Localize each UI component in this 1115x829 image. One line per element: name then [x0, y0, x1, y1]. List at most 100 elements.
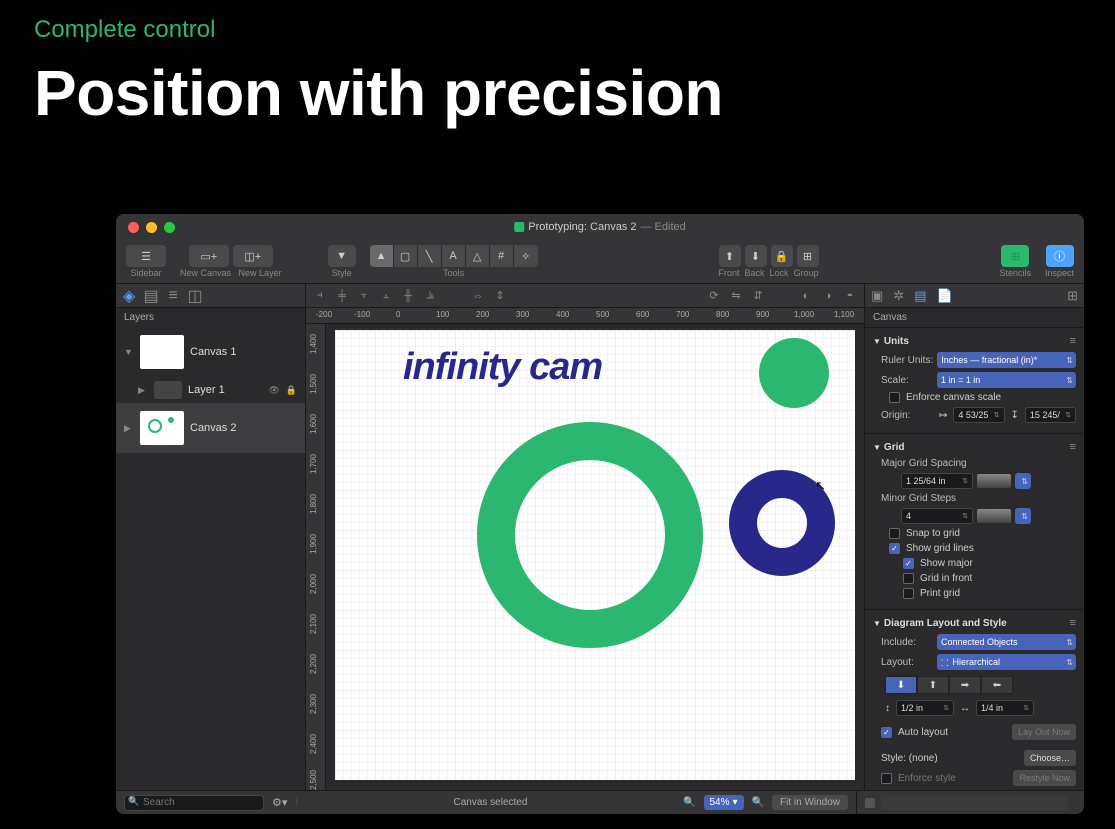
green-ring-shape[interactable]	[477, 422, 703, 648]
grid-front-checkbox[interactable]	[903, 573, 914, 584]
canvas[interactable]: infinity cam ↖	[335, 330, 855, 780]
layout-dir-left-button[interactable]: ⬅	[981, 676, 1013, 694]
stencils-button[interactable]: ⊞	[1001, 245, 1029, 267]
snap-grid-checkbox[interactable]	[889, 528, 900, 539]
shape-tool-button[interactable]: ▢	[394, 245, 418, 267]
zoom-out-icon[interactable]: 🔍	[683, 797, 695, 808]
grid-view-icon[interactable]: ⊞	[1067, 288, 1078, 304]
spacing-h-input[interactable]: 1/4 in	[976, 700, 1034, 716]
section-menu-icon[interactable]: ≡	[1070, 617, 1076, 629]
disclosure-icon[interactable]: ▼	[873, 443, 881, 452]
minimize-window-icon[interactable]	[146, 222, 157, 233]
auto-layout-checkbox[interactable]: ✓	[881, 727, 892, 738]
align-top-icon[interactable]: ⫠	[378, 288, 394, 304]
layers-tab-icon[interactable]: ◈	[122, 289, 136, 303]
disclosure-icon[interactable]: ▶	[124, 423, 134, 434]
properties-tab-icon[interactable]: ✲	[893, 288, 904, 304]
canvas-2-row[interactable]: ▶ Canvas 2	[116, 403, 305, 453]
lock-icon[interactable]: 🔒	[286, 385, 297, 396]
line-tool-button[interactable]: ╲	[418, 245, 442, 267]
flip-v-icon[interactable]: ⇵	[750, 288, 766, 304]
flip-h-icon[interactable]: ⇋	[728, 288, 744, 304]
major-grid-stepper[interactable]	[1015, 473, 1031, 489]
back-button[interactable]: ⬇	[745, 245, 767, 267]
minor-grid-slider[interactable]	[977, 509, 1011, 523]
enforce-style-checkbox[interactable]	[881, 773, 892, 784]
canvas-text-object[interactable]: infinity cam	[403, 346, 602, 389]
align-center-h-icon[interactable]: ╪	[334, 288, 350, 304]
search-input[interactable]	[124, 795, 264, 811]
canvas-1-row[interactable]: ▼ Canvas 1	[116, 327, 305, 377]
canvas-tab-icon[interactable]: ▤	[914, 288, 926, 304]
disclosure-icon[interactable]: ▼	[124, 347, 134, 357]
style-swatch[interactable]	[881, 796, 1068, 810]
layout-select[interactable]: ⸬Hierarchical	[937, 654, 1076, 670]
union-icon[interactable]: ◐	[798, 288, 814, 304]
align-bottom-icon[interactable]: ⫡	[422, 288, 438, 304]
green-dot-shape[interactable]	[759, 338, 829, 408]
outline-tab-icon[interactable]: ▤	[144, 289, 158, 303]
spacing-v-input[interactable]: 1/2 in	[896, 700, 954, 716]
sidebar-toggle-button[interactable]: ☰	[126, 245, 166, 267]
ruler-units-select[interactable]: Inches — fractional (in)*	[937, 352, 1076, 368]
rotate-icon[interactable]: ⟳	[706, 288, 722, 304]
minor-grid-stepper[interactable]	[1015, 508, 1031, 524]
choose-style-button[interactable]: Choose…	[1024, 750, 1076, 766]
color-swatch-icon[interactable]	[865, 798, 875, 808]
layout-dir-up-button[interactable]: ⬆	[917, 676, 949, 694]
major-grid-slider[interactable]	[977, 474, 1011, 488]
text-tool-button[interactable]: A	[442, 245, 466, 267]
align-right-icon[interactable]: ⫟	[356, 288, 372, 304]
group-button[interactable]: ⊞	[797, 245, 819, 267]
visibility-icon[interactable]: 👁	[268, 385, 279, 396]
layout-now-button[interactable]: Lay Out Now	[1012, 724, 1076, 740]
distribute-h-icon[interactable]: ⇔	[470, 288, 486, 304]
selection-tab-icon[interactable]: ◫	[188, 289, 202, 303]
disclosure-icon[interactable]: ▼	[873, 619, 881, 628]
section-menu-icon[interactable]: ≡	[1070, 441, 1076, 453]
pen-tool-button[interactable]: △	[466, 245, 490, 267]
restyle-now-button[interactable]: Restyle Now	[1013, 770, 1076, 786]
layout-dir-down-button[interactable]: ⬇	[885, 676, 917, 694]
enforce-scale-checkbox[interactable]	[889, 392, 900, 403]
align-center-v-icon[interactable]: ╫	[400, 288, 416, 304]
disclosure-icon[interactable]: ▶	[138, 385, 148, 396]
selection-tool-button[interactable]: ▲	[370, 245, 394, 267]
lock-button[interactable]: 🔒	[771, 245, 793, 267]
document-tab-icon[interactable]: 📄	[937, 288, 953, 304]
origin-y-input[interactable]: 15 245/	[1025, 407, 1076, 423]
minor-grid-input[interactable]: 4	[901, 508, 973, 524]
intersect-icon[interactable]: ◓	[842, 288, 858, 304]
origin-x-input[interactable]: 4 53/25	[953, 407, 1004, 423]
close-window-icon[interactable]	[128, 222, 139, 233]
layout-label: Layout:	[881, 657, 933, 668]
subtract-icon[interactable]: ◑	[820, 288, 836, 304]
zoom-window-icon[interactable]	[164, 222, 175, 233]
zoom-select[interactable]: 54%▾	[704, 795, 744, 810]
distribute-v-icon[interactable]: ⇕	[492, 288, 508, 304]
include-select[interactable]: Connected Objects	[937, 634, 1076, 650]
section-menu-icon[interactable]: ≡	[1070, 335, 1076, 347]
inspect-button[interactable]: ⓘ	[1046, 245, 1074, 267]
layer-1-row[interactable]: ▶ Layer 1 👁🔒	[116, 377, 305, 403]
major-grid-input[interactable]: 1 25/64 in	[901, 473, 973, 489]
list-tab-icon[interactable]: ≡	[166, 289, 180, 303]
crop-tool-button[interactable]: #	[490, 245, 514, 267]
gear-icon[interactable]: ⚙▾	[272, 796, 287, 809]
scale-select[interactable]: 1 in = 1 in	[937, 372, 1076, 388]
show-grid-checkbox[interactable]: ✓	[889, 543, 900, 554]
new-layer-button[interactable]: ◫+	[233, 245, 273, 267]
new-canvas-button[interactable]: ▭+	[189, 245, 229, 267]
fit-window-button[interactable]: Fit in Window	[772, 795, 848, 810]
style-button[interactable]: ▼	[328, 245, 356, 267]
front-button[interactable]: ⬆	[719, 245, 741, 267]
stamp-tool-button[interactable]: ✧	[514, 245, 538, 267]
show-major-checkbox[interactable]: ✓	[903, 558, 914, 569]
object-tab-icon[interactable]: ▣	[871, 288, 883, 304]
drag-handle-icon[interactable]: ⫶	[295, 797, 298, 808]
disclosure-icon[interactable]: ▼	[873, 337, 881, 346]
zoom-in-icon[interactable]: 🔍	[752, 797, 764, 808]
layout-dir-right-button[interactable]: ➡	[949, 676, 981, 694]
print-grid-checkbox[interactable]	[903, 588, 914, 599]
align-left-icon[interactable]: ⫞	[312, 288, 328, 304]
